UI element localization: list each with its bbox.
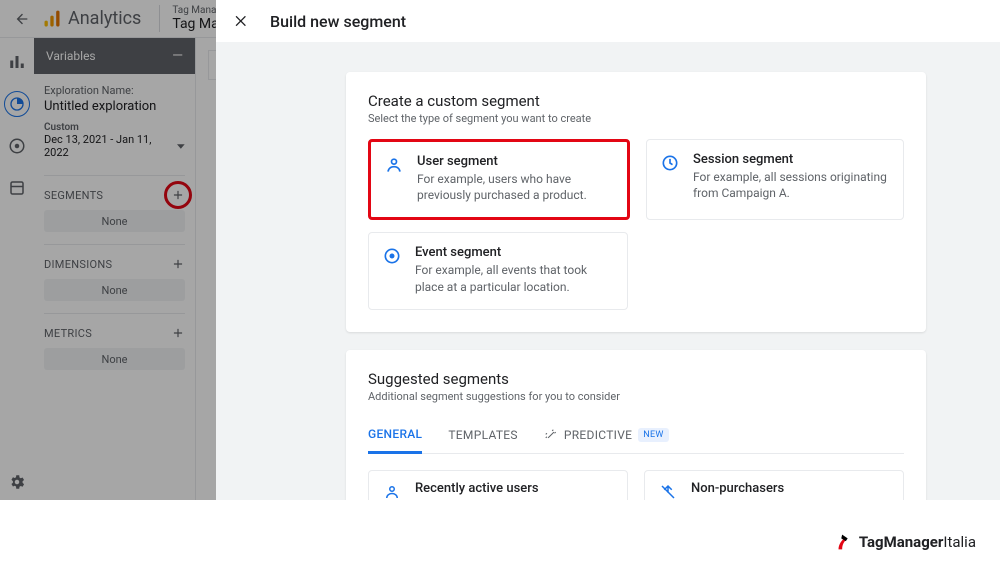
nav-advertising-icon[interactable]	[7, 136, 27, 156]
new-badge: NEW	[638, 428, 668, 442]
suggested-non-purchasers[interactable]: Non-purchasers Users that have not made …	[644, 470, 904, 500]
metrics-label: METRICS	[44, 327, 92, 340]
suggested-tabs: GENERAL TEMPLATES PREDICTIVE NEW	[368, 417, 904, 454]
tab-templates[interactable]: TEMPLATES	[448, 418, 517, 452]
wand-icon	[544, 428, 558, 442]
tab-predictive[interactable]: PREDICTIVE NEW	[544, 418, 669, 452]
suggested-segments-card: Suggested segments Additional segment su…	[346, 350, 926, 500]
add-metric-button[interactable]	[171, 326, 185, 340]
suggested-recent-desc: Users that have been active in a recent …	[415, 498, 615, 500]
modal-title: Build new segment	[270, 12, 406, 31]
dimensions-none[interactable]: None	[44, 279, 185, 301]
suggested-recent-title: Recently active users	[415, 481, 615, 496]
custom-segment-title: Create a custom segment	[368, 92, 904, 110]
annotation-circle	[164, 181, 192, 209]
session-segment-title: Session segment	[693, 152, 891, 167]
exploration-name-label: Exploration Name:	[44, 84, 185, 97]
date-custom-label: Custom	[44, 122, 185, 133]
dimensions-label: DIMENSIONS	[44, 258, 112, 271]
session-segment-option[interactable]: Session segment For example, all session…	[646, 139, 904, 220]
segments-label: SEGMENTS	[44, 189, 103, 202]
collapse-icon[interactable]: —	[172, 48, 183, 64]
variables-header-label: Variables	[46, 49, 96, 63]
nav-report-icon[interactable]	[7, 52, 27, 72]
tab-general[interactable]: GENERAL	[368, 417, 422, 454]
user-icon	[383, 154, 405, 176]
custom-segment-subtitle: Select the type of segment you want to c…	[368, 112, 904, 125]
nav-configure-icon[interactable]	[7, 178, 27, 198]
suggested-recently-active[interactable]: Recently active users Users that have be…	[368, 470, 628, 500]
user-segment-option[interactable]: User segment For example, users who have…	[368, 139, 630, 220]
variables-header[interactable]: Variables —	[34, 38, 195, 74]
add-segment-button[interactable]	[171, 188, 185, 202]
nav-rail	[0, 38, 34, 500]
analytics-logo: Analytics	[42, 8, 141, 29]
user-icon	[381, 481, 403, 500]
non-purchaser-icon	[657, 481, 679, 500]
event-segment-option[interactable]: Event segment For example, all events th…	[368, 232, 628, 309]
watermark: TagManagerItalia	[833, 530, 976, 554]
suggested-nonpurch-desc: Users that have not made a purchase	[691, 498, 872, 500]
event-icon	[381, 245, 403, 267]
user-segment-desc: For example, users who have previously p…	[417, 171, 615, 203]
event-segment-desc: For example, all events that took place …	[415, 262, 615, 294]
custom-segment-card: Create a custom segment Select the type …	[346, 72, 926, 332]
nav-admin-icon[interactable]	[7, 472, 27, 492]
watermark-icon	[833, 530, 855, 554]
build-segment-modal: Build new segment Create a custom segmen…	[216, 0, 1000, 500]
back-button[interactable]	[8, 5, 36, 33]
app-title: Analytics	[68, 8, 141, 29]
close-button[interactable]	[230, 10, 252, 32]
nav-explore-icon[interactable]	[7, 94, 27, 114]
add-dimension-button[interactable]	[171, 257, 185, 271]
exploration-name[interactable]: Untitled exploration	[44, 99, 185, 114]
date-range[interactable]: Dec 13, 2021 - Jan 11, 2022	[44, 133, 185, 159]
segments-none[interactable]: None	[44, 210, 185, 232]
suggested-nonpurch-title: Non-purchasers	[691, 481, 872, 496]
user-segment-title: User segment	[417, 154, 615, 169]
metrics-none[interactable]: None	[44, 348, 185, 370]
chevron-down-icon	[177, 144, 185, 149]
session-segment-desc: For example, all sessions originating fr…	[693, 169, 891, 201]
suggested-title: Suggested segments	[368, 370, 904, 388]
session-icon	[659, 152, 681, 174]
variables-panel: Variables — Exploration Name: Untitled e…	[34, 38, 196, 500]
suggested-subtitle: Additional segment suggestions for you t…	[368, 390, 904, 403]
event-segment-title: Event segment	[415, 245, 615, 260]
